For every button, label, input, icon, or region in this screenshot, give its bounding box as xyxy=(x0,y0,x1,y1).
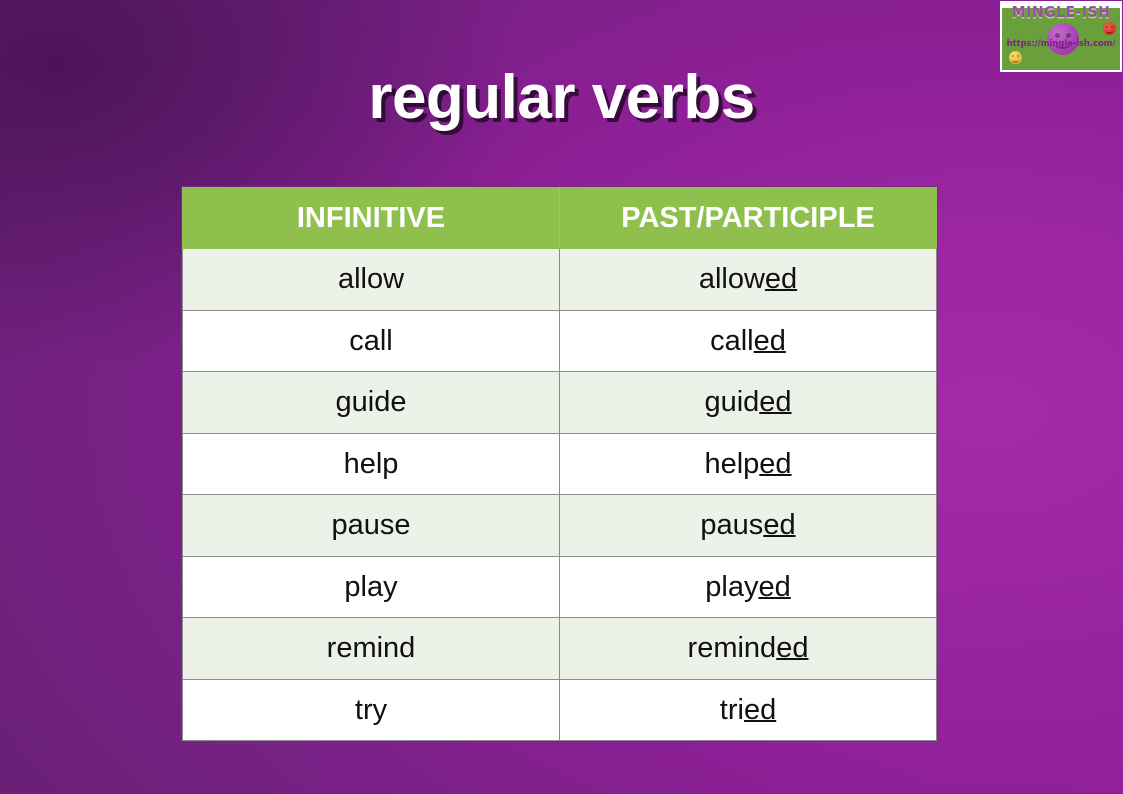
table-header-row: INFINITIVE PAST/PARTICIPLE xyxy=(182,187,937,249)
logo-wordmark: MINGLE-ISH xyxy=(1011,4,1111,22)
page-title: regular verbs xyxy=(368,63,755,132)
cell-past-participle: helped xyxy=(559,432,937,495)
past-participle-stem: allow xyxy=(698,263,765,295)
logo-url-text[interactable]: https://mingle-ish.com/ xyxy=(1002,39,1120,49)
cell-past-participle: reminded xyxy=(559,617,937,680)
smiley-eye-right xyxy=(1066,33,1071,38)
mingle-ish-logo[interactable]: MINGLE-ISH https://mingle-ish.com/ xyxy=(1000,1,1122,72)
past-participle-suffix: ed xyxy=(764,263,798,295)
verb-table: INFINITIVE PAST/PARTICIPLE allow allowed c… xyxy=(182,187,937,741)
table-row: remind reminded xyxy=(182,617,937,680)
past-participle-stem: help xyxy=(704,447,760,480)
cell-past-participle: called xyxy=(559,309,937,372)
cell-infinitive: allow xyxy=(182,248,560,311)
red-smiley-icon xyxy=(1103,22,1116,35)
logo-canvas: MINGLE-ISH https://mingle-ish.com/ xyxy=(1002,3,1120,70)
smiley-eye-left xyxy=(1055,33,1060,38)
regular-verbs-table: INFINITIVE PAST/PARTICIPLE allow allowed c… xyxy=(181,186,938,742)
past-participle-stem: tri xyxy=(719,693,744,726)
past-participle-suffix: ed xyxy=(759,447,792,480)
cell-infinitive: try xyxy=(182,678,560,741)
cell-infinitive: call xyxy=(182,309,560,372)
table-row: help helped xyxy=(182,432,937,495)
smiley-eye-right xyxy=(1111,26,1113,28)
past-participle-suffix: ed xyxy=(743,693,777,726)
cell-infinitive: remind xyxy=(182,617,560,680)
smiley-mouth xyxy=(1012,58,1019,63)
past-participle-stem: guid xyxy=(704,386,760,418)
cell-past-participle: guided xyxy=(559,371,937,434)
column-header-past-participle: PAST/PARTICIPLE xyxy=(559,187,937,249)
cell-infinitive: guide xyxy=(182,371,560,434)
past-participle-suffix: ed xyxy=(753,324,786,357)
table-row: call called xyxy=(182,309,937,372)
past-participle-stem: paus xyxy=(700,509,764,541)
yellow-smiley-icon xyxy=(1009,51,1022,64)
cell-infinitive: play xyxy=(182,555,560,618)
table-header: INFINITIVE PAST/PARTICIPLE xyxy=(182,187,937,249)
cell-infinitive: pause xyxy=(182,494,560,557)
past-participle-suffix: ed xyxy=(759,386,792,418)
table-row: pause paused xyxy=(182,494,937,557)
past-participle-stem: remind xyxy=(687,632,777,664)
smiley-eye-left xyxy=(1106,26,1108,28)
column-header-infinitive: INFINITIVE xyxy=(182,187,560,249)
cell-infinitive: help xyxy=(182,432,560,495)
cell-past-participle: tried xyxy=(559,678,937,741)
table-body: allow allowed call called guide guided help hel… xyxy=(182,248,937,741)
table-row: allow allowed xyxy=(182,248,937,311)
past-participle-suffix: ed xyxy=(776,632,809,664)
table-row: guide guided xyxy=(182,371,937,434)
past-participle-stem: play xyxy=(705,570,759,603)
cell-past-participle: played xyxy=(559,555,937,618)
table-row: try tried xyxy=(182,678,937,741)
past-participle-suffix: ed xyxy=(763,509,796,541)
table-row: play played xyxy=(182,555,937,618)
smiley-mouth xyxy=(1106,29,1113,34)
past-participle-stem: call xyxy=(710,324,754,357)
smiley-eye-right xyxy=(1017,55,1019,57)
cell-past-participle: allowed xyxy=(559,248,937,311)
smiley-eye-left xyxy=(1012,55,1014,57)
cell-past-participle: paused xyxy=(559,494,937,557)
past-participle-suffix: ed xyxy=(758,570,791,603)
